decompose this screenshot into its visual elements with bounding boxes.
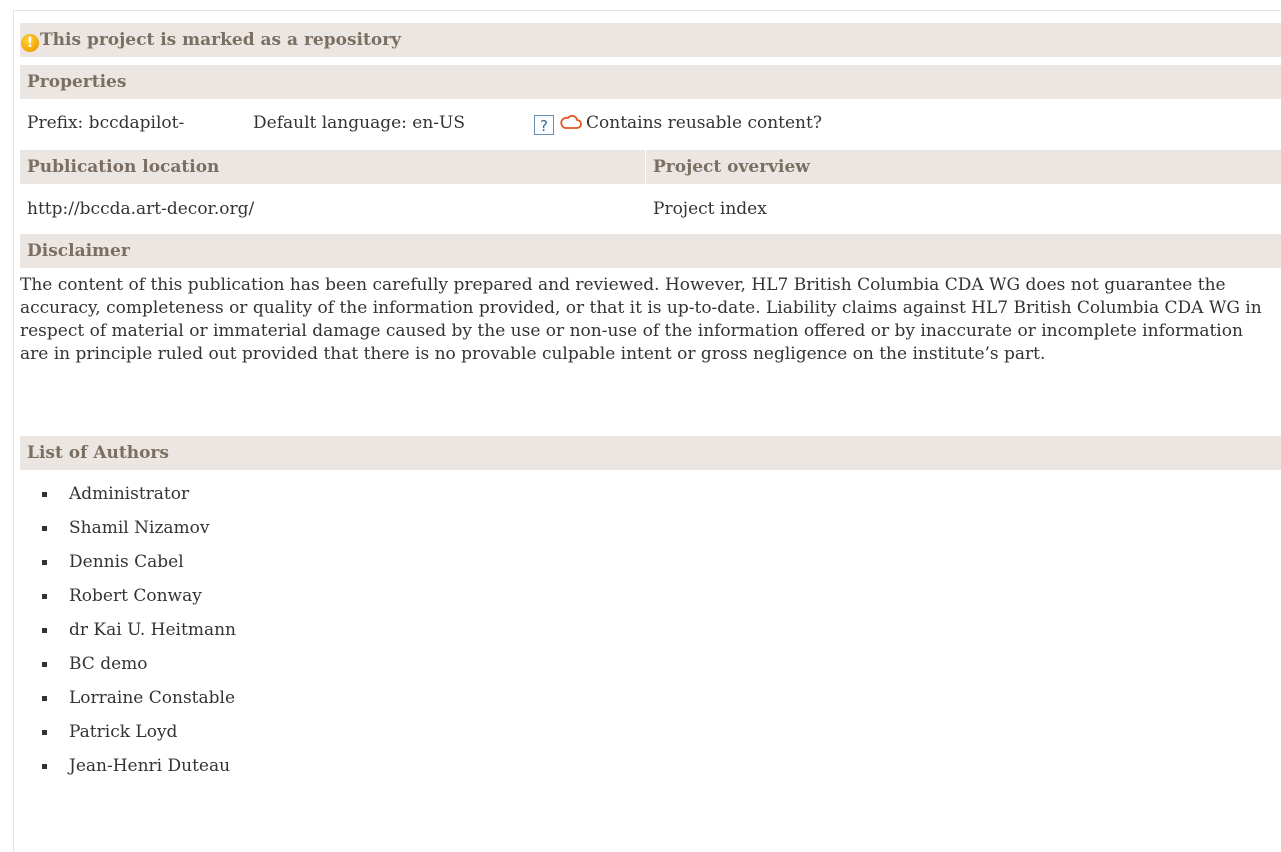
authors-list: Administrator Shamil Nizamov Dennis Cabe…: [20, 477, 236, 783]
disclaimer-text: The content of this publication has been…: [20, 275, 1262, 364]
project-overview-header: Project overview: [646, 150, 1281, 184]
author-name: Dennis Cabel: [69, 552, 184, 572]
publication-url[interactable]: http://bccda.art-decor.org/: [27, 199, 254, 219]
author-item: dr Kai U. Heitmann: [20, 613, 236, 647]
bullet-icon: [42, 764, 47, 769]
author-name: BC demo: [69, 654, 148, 674]
author-name: Administrator: [69, 484, 190, 504]
project-overview-value: Project index: [646, 192, 1281, 226]
authors-header-label: List of Authors: [27, 443, 169, 463]
bullet-icon: [42, 696, 47, 701]
author-item: BC demo: [20, 647, 236, 681]
publication-location-label: Publication location: [27, 157, 220, 177]
disclaimer-header: Disclaimer: [20, 234, 1281, 268]
publication-location-header: Publication location: [20, 150, 645, 184]
reusable-content-label: Contains reusable content?: [586, 113, 822, 133]
author-name: Robert Conway: [69, 586, 202, 606]
help-icon[interactable]: ?: [534, 115, 554, 135]
author-item: Robert Conway: [20, 579, 236, 613]
author-name: Lorraine Constable: [69, 688, 236, 708]
authors-header: List of Authors: [20, 436, 1281, 470]
properties-header-label: Properties: [27, 72, 127, 92]
author-item: Jean-Henri Duteau: [20, 749, 236, 783]
bullet-icon: [42, 492, 47, 497]
author-name: dr Kai U. Heitmann: [69, 620, 236, 640]
author-item: Patrick Loyd: [20, 715, 236, 749]
publication-location-value: http://bccda.art-decor.org/: [20, 192, 645, 226]
bullet-icon: [42, 730, 47, 735]
warning-icon: !: [21, 34, 39, 52]
author-name: Patrick Loyd: [69, 722, 178, 742]
bullet-icon: [42, 662, 47, 667]
bullet-icon: [42, 628, 47, 633]
project-index-link[interactable]: Project index: [653, 199, 767, 219]
disclaimer-header-label: Disclaimer: [27, 241, 130, 261]
cloud-icon: [560, 108, 582, 129]
bullet-icon: [42, 594, 47, 599]
author-item: Administrator: [20, 477, 236, 511]
prefix-value: Prefix: bccdapilot-: [27, 113, 185, 133]
author-item: Shamil Nizamov: [20, 511, 236, 545]
bullet-icon: [42, 526, 47, 531]
author-name: Jean-Henri Duteau: [69, 756, 231, 776]
author-name: Shamil Nizamov: [69, 518, 210, 538]
project-overview-label: Project overview: [653, 157, 810, 177]
properties-header: Properties: [20, 65, 1281, 99]
author-item: Dennis Cabel: [20, 545, 236, 579]
repository-banner: ! This project is marked as a repository: [20, 23, 1281, 57]
author-item: Lorraine Constable: [20, 681, 236, 715]
properties-row: Prefix: bccdapilot- Default language: en-…: [20, 106, 1281, 140]
repository-banner-text: This project is marked as a repository: [40, 30, 402, 50]
default-language-value: Default language: en-US: [253, 113, 466, 133]
bullet-icon: [42, 560, 47, 565]
